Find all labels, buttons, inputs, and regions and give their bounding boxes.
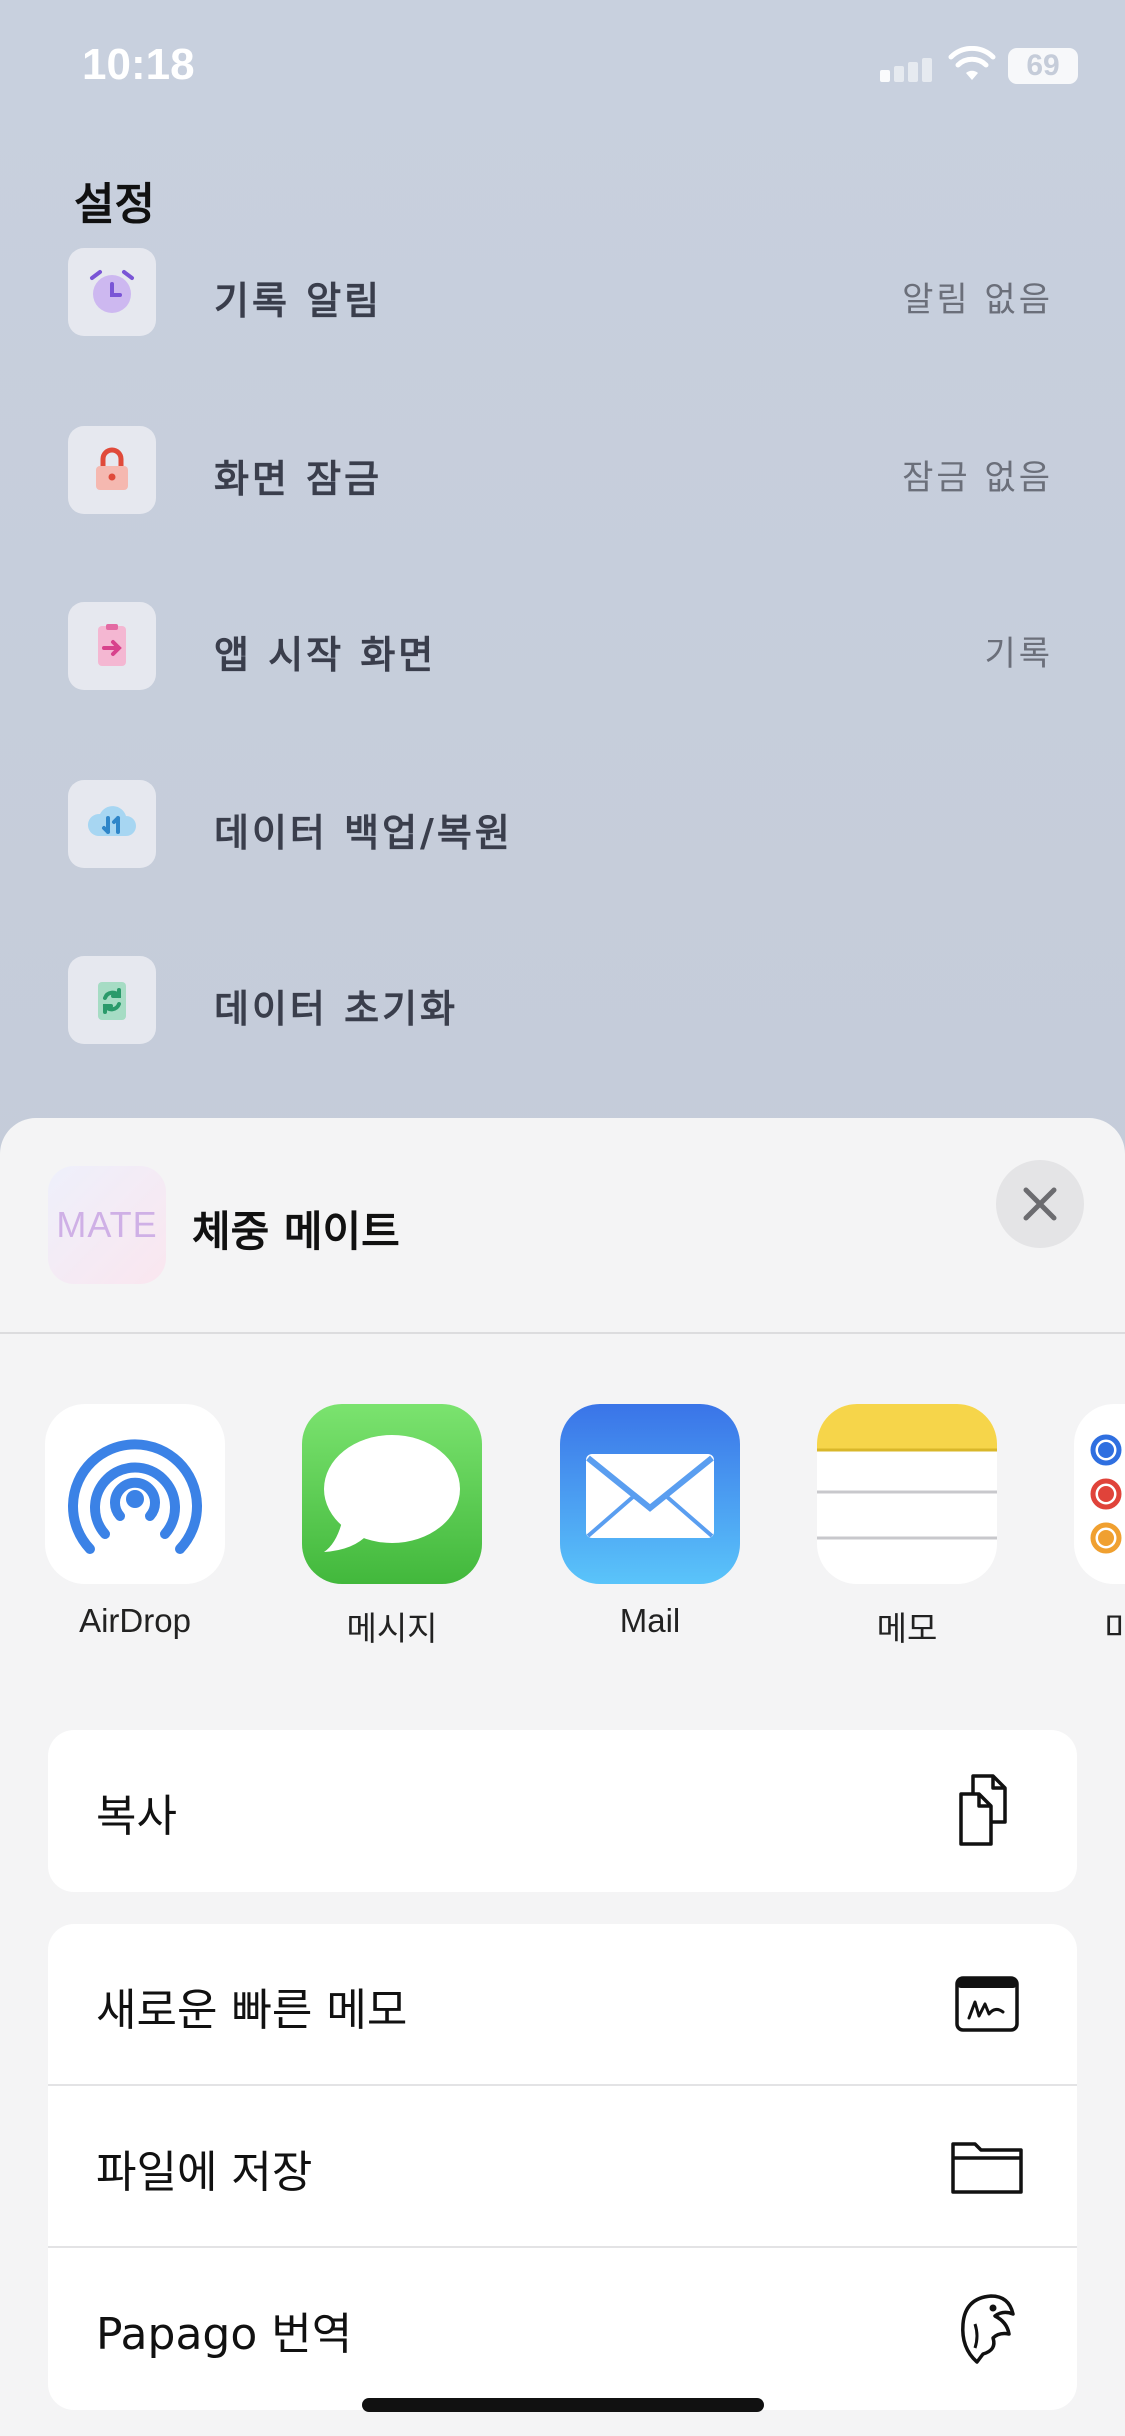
setting-label: 화면 잠금 — [214, 457, 383, 501]
setting-row-backup-restore[interactable]: 데이터 백업/복원 — [0, 774, 1125, 874]
setting-label: 데이터 초기화 — [214, 987, 458, 1031]
papago-icon — [961, 2294, 1015, 2364]
share-app-reminders[interactable]: 미 — [1074, 1404, 1125, 1650]
mail-icon — [560, 1404, 740, 1584]
setting-label: 기록 알림 — [214, 279, 383, 323]
action-group-copy: 복사 — [48, 1730, 1077, 1892]
folder-icon — [951, 2142, 1023, 2194]
share-sheet-header: MATE 체중 메이트 — [0, 1118, 1125, 1334]
status-bar: 10:18 69 — [0, 0, 1125, 130]
action-label: 복사 — [96, 1791, 177, 1842]
reset-icon — [68, 956, 156, 1044]
setting-value: 잠금 없음 — [902, 458, 1053, 498]
action-group-more: 새로운 빠른 메모 파일에 저장 Papago 번역 — [48, 1924, 1077, 2410]
share-app-messages[interactable]: 메시지 — [302, 1404, 482, 1650]
airdrop-icon — [45, 1404, 225, 1584]
setting-label: 데이터 백업/복원 — [214, 811, 513, 855]
alarm-clock-icon — [68, 248, 156, 336]
home-indicator[interactable] — [362, 2398, 764, 2412]
shared-app-name: 체중 메이트 — [192, 1207, 400, 1256]
share-app-mail[interactable]: Mail — [560, 1404, 740, 1640]
status-time: 10:18 — [82, 40, 195, 89]
start-screen-icon — [68, 602, 156, 690]
action-label: 새로운 빠른 메모 — [96, 1985, 408, 2036]
action-save-to-files[interactable]: 파일에 저장 — [48, 2086, 1077, 2248]
setting-value: 알림 없음 — [902, 280, 1053, 320]
setting-value: 기록 — [984, 634, 1053, 674]
messages-icon — [302, 1404, 482, 1584]
reminders-icon — [1074, 1404, 1125, 1584]
action-label: Papago 번역 — [96, 2309, 353, 2360]
share-sheet: MATE 체중 메이트 AirDrop 메시지 Mail 메모 미 복사 새로운… — [0, 1118, 1125, 2436]
close-icon — [1023, 1187, 1057, 1221]
action-label: 파일에 저장 — [96, 2147, 313, 2198]
close-button[interactable] — [996, 1160, 1084, 1248]
notes-icon — [817, 1404, 997, 1584]
battery-icon: 69 — [1008, 48, 1078, 84]
share-app-row: AirDrop 메시지 Mail 메모 미 — [0, 1404, 1125, 1654]
action-papago-translate[interactable]: Papago 번역 — [48, 2248, 1077, 2410]
share-app-label: 미 — [1104, 1610, 1125, 1647]
share-app-notes[interactable]: 메모 — [817, 1404, 997, 1650]
setting-row-screen-lock[interactable]: 화면 잠금 잠금 없음 — [0, 420, 1125, 520]
share-app-label: Mail — [619, 1602, 681, 1639]
setting-label: 앱 시작 화면 — [214, 633, 437, 677]
copy-icon — [959, 1774, 1007, 1846]
setting-row-reset-data[interactable]: 데이터 초기화 — [0, 950, 1125, 1050]
share-app-airdrop[interactable]: AirDrop — [45, 1404, 225, 1640]
action-quick-note[interactable]: 새로운 빠른 메모 — [48, 1924, 1077, 2086]
share-app-label: 메시지 — [346, 1610, 438, 1647]
action-copy[interactable]: 복사 — [48, 1730, 1077, 1892]
setting-row-start-screen[interactable]: 앱 시작 화면 기록 — [0, 596, 1125, 696]
quick-note-icon — [955, 1976, 1019, 2032]
wifi-icon — [948, 46, 996, 80]
lock-icon — [68, 426, 156, 514]
cellular-signal-icon — [880, 52, 936, 82]
cloud-sync-icon — [68, 780, 156, 868]
settings-title: 설정 — [74, 179, 155, 230]
share-app-label: AirDrop — [79, 1602, 191, 1639]
share-app-label: 메모 — [876, 1610, 938, 1647]
setting-row-record-alarm[interactable]: 기록 알림 알림 없음 — [0, 242, 1125, 342]
app-thumbnail: MATE — [48, 1166, 166, 1284]
